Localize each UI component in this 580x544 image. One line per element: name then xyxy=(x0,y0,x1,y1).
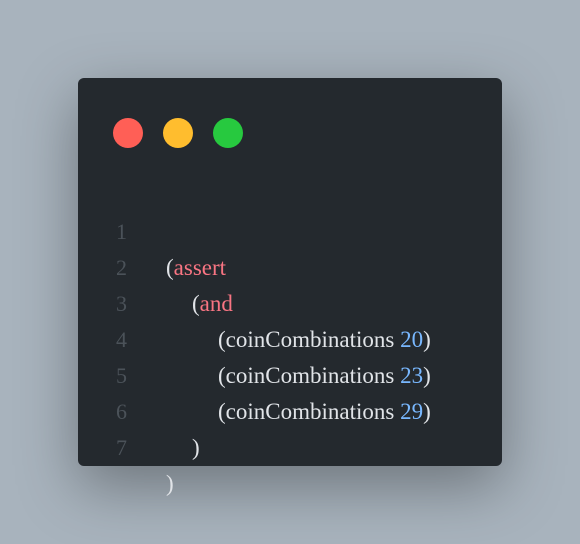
code-line: 1 (assert xyxy=(78,178,502,280)
line-content: ) xyxy=(192,435,200,460)
line-content: ) xyxy=(166,471,174,496)
code-line: 4 (coinCombinations 23) xyxy=(78,286,502,388)
code-line: 7 ) xyxy=(78,394,502,496)
code-window: 1 (assert 2 (and 3 (coinCombinations 20)… xyxy=(78,78,502,496)
code-line: 2 (and xyxy=(78,214,502,316)
maximize-dot-icon[interactable] xyxy=(213,118,243,148)
line-number: 7 xyxy=(116,435,127,460)
code-line: 3 (coinCombinations 20) xyxy=(78,250,502,352)
minimize-dot-icon[interactable] xyxy=(163,118,193,148)
code-line: 6 ) xyxy=(78,358,502,460)
code-line: 5 (coinCombinations 29) xyxy=(78,322,502,424)
close-dot-icon[interactable] xyxy=(113,118,143,148)
code-block: 1 (assert 2 (and 3 (coinCombinations 20)… xyxy=(78,178,502,496)
